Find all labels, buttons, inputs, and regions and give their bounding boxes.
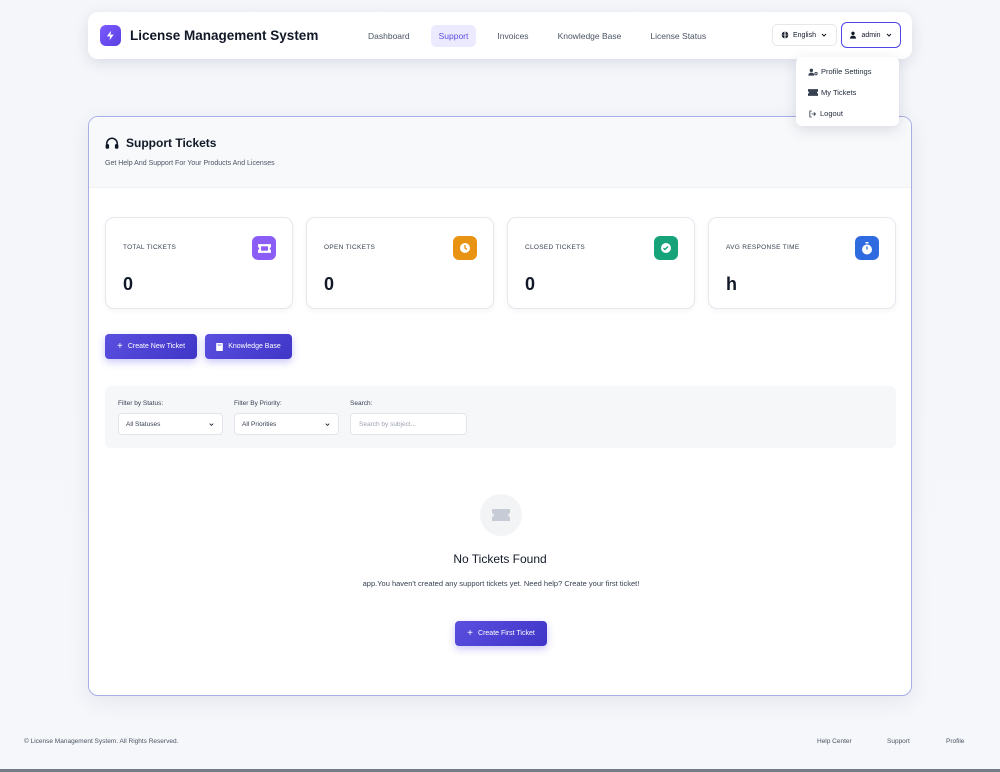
top-navbar: License Management System Dashboard Supp… (88, 12, 912, 59)
status-filter-select[interactable]: All Statuses (118, 413, 223, 435)
button-label: Create New Ticket (127, 343, 186, 350)
brand[interactable]: License Management System (100, 25, 318, 46)
menu-item-label: Logout (820, 109, 843, 118)
language-label: English (793, 31, 816, 39)
nav-support[interactable]: Support (430, 25, 477, 47)
user-menu-button[interactable]: admin (841, 22, 901, 48)
search-label: Search: (350, 400, 373, 407)
nav-license-status[interactable]: License Status (642, 25, 714, 47)
stat-card-closed: CLOSED TICKETS 0 (507, 217, 695, 309)
menu-item-label: My Tickets (821, 88, 857, 97)
footer-copyright: © License Management System. All Rights … (24, 738, 179, 745)
plus-icon: + (116, 341, 123, 352)
stat-label: OPEN TICKETS (324, 244, 376, 251)
check-circle-icon (654, 236, 678, 260)
status-filter-label: Filter by Status: (118, 400, 164, 407)
support-tickets-card: Support Tickets Get Help And Support For… (88, 116, 912, 696)
chevron-down-icon (821, 33, 827, 37)
create-ticket-button[interactable]: + Create New Ticket (105, 334, 197, 359)
button-label: Create First Ticket (478, 630, 535, 637)
nav-knowledge-base[interactable]: Knowledge Base (550, 25, 630, 47)
footer-link-support[interactable]: Support (887, 738, 910, 745)
menu-item-label: Profile Settings (821, 67, 872, 76)
main-nav: Dashboard Support Invoices Knowledge Bas… (360, 25, 727, 47)
stat-value: 0 (123, 274, 134, 294)
footer-link-help-center[interactable]: Help Center (817, 738, 852, 745)
knowledge-base-button[interactable]: Knowledge Base (205, 334, 292, 359)
user-icon (850, 31, 857, 39)
chevron-down-icon (886, 33, 891, 37)
menu-item-logout[interactable]: Logout (796, 103, 899, 124)
select-value: All Priorities (242, 420, 277, 428)
user-name: admin (861, 31, 881, 39)
stat-card-response-time: AVG RESPONSE TIME h (708, 217, 896, 309)
footer-link-profile[interactable]: Profile (946, 738, 964, 745)
create-first-ticket-button[interactable]: + Create First Ticket (455, 621, 547, 646)
chevron-down-icon (209, 422, 214, 426)
page-title-text: Support Tickets (126, 136, 217, 150)
stat-card-total: TOTAL TICKETS 0 (105, 217, 293, 309)
nav-dashboard[interactable]: Dashboard (360, 25, 418, 47)
stat-value: 0 (324, 274, 335, 294)
chevron-down-icon (325, 422, 330, 426)
empty-state-ticket-icon (480, 494, 522, 536)
app-title: License Management System (130, 28, 319, 43)
language-selector[interactable]: English (772, 24, 837, 46)
page-title: Support Tickets (105, 136, 216, 150)
priority-filter-label: Filter By Priority: (234, 400, 282, 407)
ticket-icon (808, 89, 818, 96)
stat-card-open: OPEN TICKETS 0 (306, 217, 494, 309)
empty-state-title: No Tickets Found (453, 552, 547, 566)
bolt-icon (100, 25, 121, 46)
ticket-icon (252, 236, 276, 260)
select-value: All Statuses (126, 420, 161, 428)
menu-item-profile-settings[interactable]: Profile Settings (796, 61, 899, 82)
stat-value: h (726, 274, 737, 294)
stat-value: 0 (525, 274, 536, 294)
stopwatch-icon (855, 236, 879, 260)
plus-icon: + (467, 628, 474, 639)
book-icon (216, 342, 224, 351)
headset-icon (105, 137, 119, 149)
filter-panel: Filter by Status: All Statuses Filter By… (105, 386, 896, 448)
nav-invoices[interactable]: Invoices (489, 25, 536, 47)
stat-label: TOTAL TICKETS (123, 244, 177, 251)
logout-icon (809, 110, 817, 117)
clock-icon (453, 236, 477, 260)
menu-item-my-tickets[interactable]: My Tickets (796, 82, 899, 103)
user-dropdown-menu: Profile Settings My Tickets Logout (796, 57, 899, 126)
globe-icon (781, 31, 789, 39)
button-label: Knowledge Base (228, 343, 281, 350)
page-subtitle: Get Help And Support For Your Products A… (105, 160, 275, 167)
card-header: Support Tickets Get Help And Support For… (89, 117, 911, 188)
priority-filter-select[interactable]: All Priorities (234, 413, 339, 435)
stat-label: CLOSED TICKETS (525, 244, 586, 251)
user-gear-icon (808, 68, 818, 76)
empty-state-text: app.You haven't created any support tick… (362, 579, 640, 588)
stat-label: AVG RESPONSE TIME (726, 244, 800, 251)
search-input[interactable]: Search by subject... (350, 413, 467, 435)
